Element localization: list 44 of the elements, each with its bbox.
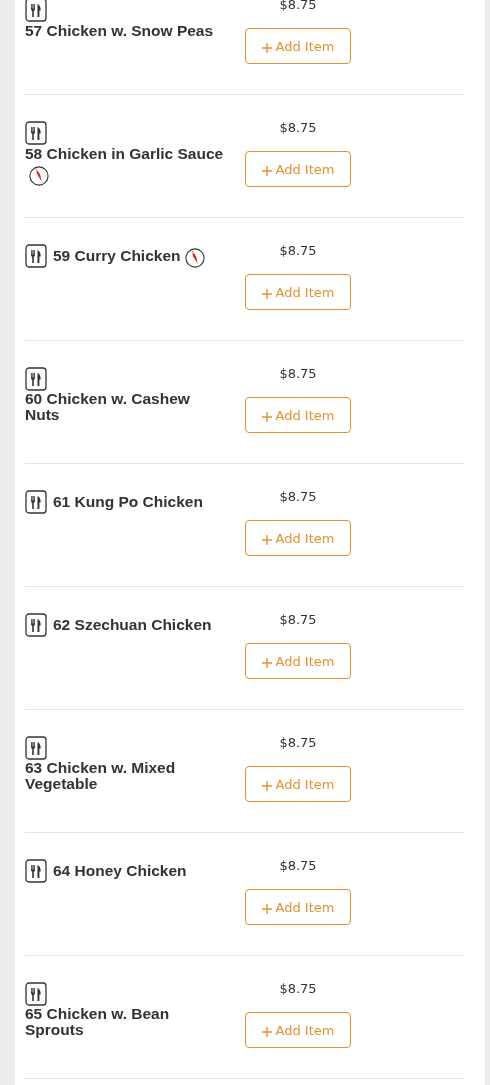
dish-name: 61 Kung Po Chicken xyxy=(53,494,203,510)
price: $8.75 xyxy=(279,611,317,629)
fork-knife-icon xyxy=(25,244,47,268)
add-item-button[interactable]: Add Item xyxy=(245,1012,351,1048)
fork-knife-icon xyxy=(25,736,47,760)
price: $8.75 xyxy=(279,0,317,14)
plus-icon xyxy=(261,903,272,914)
plus-icon xyxy=(261,1026,272,1037)
plus-icon xyxy=(261,411,272,422)
price: $8.75 xyxy=(279,365,317,383)
fork-knife-icon xyxy=(25,490,47,514)
add-item-button[interactable]: Add Item xyxy=(245,397,351,433)
price: $8.75 xyxy=(279,980,317,998)
dish-name: 64 Honey Chicken xyxy=(53,863,187,879)
dish-name: 58 Chicken in Garlic Sauce xyxy=(25,145,224,162)
dish-name: 62 Szechuan Chicken xyxy=(53,617,212,633)
add-item-button[interactable]: Add Item xyxy=(245,889,351,925)
fork-knife-icon xyxy=(25,613,47,637)
fork-knife-icon xyxy=(25,982,47,1006)
plus-icon xyxy=(261,534,272,545)
fork-knife-icon xyxy=(25,121,47,145)
plus-icon xyxy=(261,165,272,176)
price: $8.75 xyxy=(279,242,317,260)
add-item-button[interactable]: Add Item xyxy=(245,643,351,679)
price: $8.75 xyxy=(279,734,317,752)
price: $8.75 xyxy=(279,857,317,875)
add-item-button[interactable]: Add Item xyxy=(245,151,351,187)
dish-name: 65 Chicken w. Bean Sprouts xyxy=(25,1006,171,1038)
plus-icon xyxy=(261,657,272,668)
plus-icon xyxy=(261,288,272,299)
add-item-button[interactable]: Add Item xyxy=(245,766,351,802)
add-item-button[interactable]: Add Item xyxy=(245,28,351,64)
price: $8.75 xyxy=(279,488,317,506)
add-item-button[interactable]: Add Item xyxy=(245,520,351,556)
dish-name: 57 Chicken w. Snow Peas xyxy=(25,22,214,39)
price: $8.75 xyxy=(279,119,317,137)
dish-name: 63 Chicken w. Mixed Vegetable xyxy=(25,760,177,792)
fork-knife-icon xyxy=(25,859,47,883)
dish-name: 60 Chicken w. Cashew Nuts xyxy=(25,391,191,423)
plus-icon xyxy=(261,780,272,791)
plus-icon xyxy=(261,42,272,53)
dish-name: 59 Curry Chicken xyxy=(53,248,181,264)
fork-knife-icon xyxy=(25,367,47,391)
add-item-button[interactable]: Add Item xyxy=(245,274,351,310)
